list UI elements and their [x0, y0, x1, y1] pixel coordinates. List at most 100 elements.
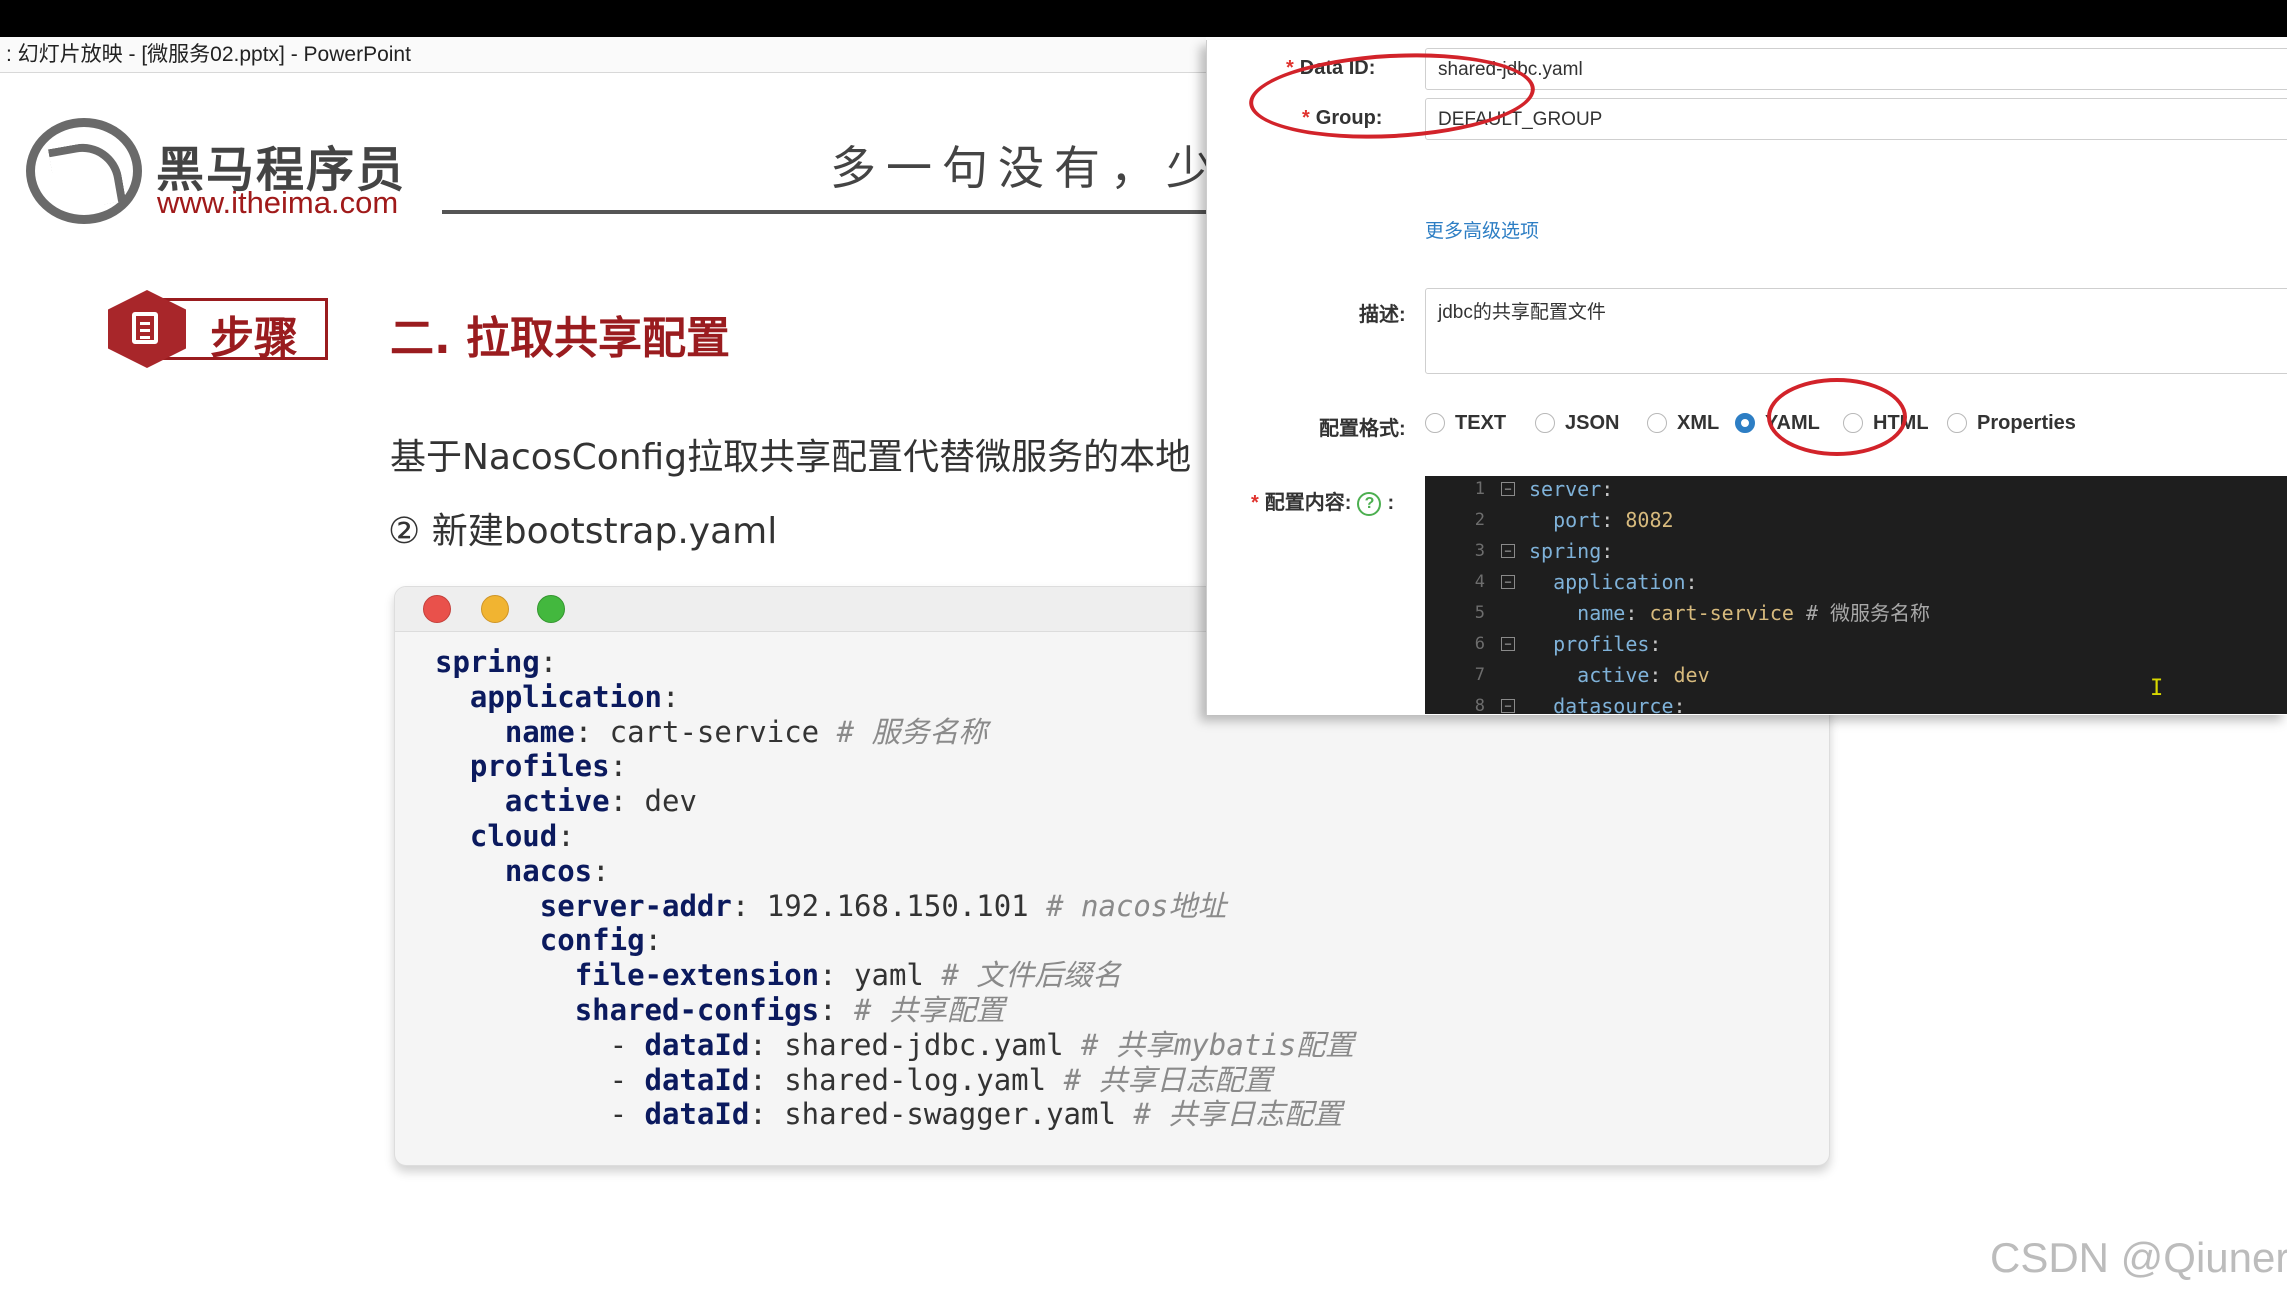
- format-radio-json[interactable]: JSON: [1535, 408, 1619, 438]
- format-radio-properties[interactable]: Properties: [1947, 408, 2076, 438]
- editor-line-number: 4: [1474, 572, 1485, 592]
- code-key: active: [504, 784, 610, 819]
- editor-line-number: 5: [1474, 603, 1485, 623]
- format-radio-xml[interactable]: XML: [1647, 408, 1719, 438]
- fold-toggle-icon[interactable]: −: [1501, 482, 1515, 496]
- code-key: config: [539, 923, 645, 958]
- code-sep: :: [749, 1097, 785, 1132]
- code-sep: :: [609, 749, 628, 784]
- editor-line: 7 active: dev: [1425, 660, 2287, 691]
- csdn-watermark: CSDN @Qiuner: [1990, 1234, 2287, 1281]
- code-key: cloud: [469, 818, 558, 853]
- close-dot-icon: [423, 595, 451, 623]
- code-line: active: dev: [435, 784, 1354, 819]
- code-value: shared-log.yaml: [784, 1062, 1047, 1097]
- window-title: : 幻灯片放映 - [微服务02.pptx] - PowerPoint: [6, 43, 411, 66]
- code-line: - dataId: shared-jdbc.yaml # 共享mybatis配置: [435, 1027, 1355, 1063]
- editor-line-text: active: dev: [1577, 663, 1710, 687]
- code-sep: :: [731, 888, 767, 923]
- code-sep: :: [661, 679, 680, 714]
- code-comment: # 共享日志配置: [1046, 1062, 1273, 1097]
- code-key: name: [504, 714, 575, 749]
- editor-line-text: name: cart-service # 微服务名称: [1577, 601, 1931, 625]
- code-value: cart-service: [609, 714, 820, 749]
- config-content-editor[interactable]: I 1− server: 2 port: 8082 3− spring: 4− appli…: [1425, 476, 2287, 714]
- code-line: nacos:: [435, 854, 1354, 889]
- maximize-dot-icon: [537, 595, 565, 623]
- code-comment: # 文件后缀名: [923, 958, 1122, 993]
- code-key: spring: [435, 645, 540, 679]
- code-comment: # nacos地址: [1028, 888, 1227, 923]
- code-sep: :: [592, 853, 610, 888]
- code-value: dev: [644, 784, 697, 819]
- editor-line-text: spring:: [1529, 539, 1614, 563]
- code-key: shared-configs: [574, 992, 820, 1027]
- slide-sub-item: ② 新建bootstrap.yaml: [388, 511, 778, 552]
- group-input[interactable]: DEFAULT_GROUP: [1425, 98, 2287, 140]
- code-sep: :: [644, 923, 662, 958]
- code-line: name: cart-service # 服务名称: [435, 715, 1354, 750]
- fold-toggle-icon[interactable]: −: [1501, 699, 1515, 713]
- code-comment: # 共享配置: [836, 992, 1005, 1027]
- code-line: - dataId: shared-swagger.yaml # 共享日志配置: [435, 1097, 1354, 1132]
- code-line: file-extension: yaml # 文件后缀名: [435, 958, 1354, 993]
- code-comment: # 共享mybatis配置: [1063, 1027, 1355, 1062]
- format-radio-text[interactable]: TEXT: [1425, 408, 1506, 438]
- editor-line-text: datasource:: [1553, 694, 1686, 714]
- editor-line-number: 6: [1474, 634, 1485, 654]
- fold-toggle-icon[interactable]: −: [1501, 637, 1515, 651]
- editor-line-number: 1: [1474, 479, 1485, 499]
- code-value: shared-jdbc.yaml: [784, 1027, 1064, 1062]
- top-black-bar: [0, 0, 2287, 37]
- editor-line: 1 − server:: [1425, 476, 2287, 505]
- code-key: dataId: [644, 1097, 750, 1132]
- code-key: profiles: [469, 749, 610, 784]
- editor-line: 2 port: 8082: [1425, 505, 2287, 536]
- header-divider: [442, 210, 1222, 214]
- code-key: dataId: [644, 1027, 750, 1062]
- brand-url: www.itheima.com: [157, 185, 399, 220]
- code-block: spring: application: name: cart-service …: [435, 645, 1354, 1132]
- code-sep: :: [539, 645, 558, 679]
- code-value: 192.168.150.101: [766, 888, 1029, 923]
- description-textarea[interactable]: jdbc的共享配置文件: [1425, 288, 2287, 374]
- editor-line: 3 − spring:: [1425, 536, 2287, 567]
- editor-line: 4 − application:: [1425, 567, 2287, 598]
- format-label: 配置格式:: [1319, 418, 1406, 440]
- nacos-config-dialog: * Data ID: shared-jdbc.yaml * Group: DEFAU…: [1206, 40, 2287, 715]
- help-icon[interactable]: ?: [1357, 491, 1382, 516]
- advanced-options-link[interactable]: 更多高级选项: [1425, 216, 1539, 243]
- step-label: 步骤: [210, 313, 298, 364]
- code-line: profiles:: [435, 749, 1354, 784]
- code-indent: -: [435, 1097, 645, 1132]
- slide-description: 基于NacosConfig拉取共享配置代替微服务的本地: [390, 437, 1192, 478]
- editor-line-text: application:: [1553, 570, 1698, 594]
- editor-line-text: profiles:: [1553, 632, 1662, 656]
- code-sep: :: [819, 958, 855, 993]
- section-title: 二. 拉取共享配置: [390, 313, 731, 364]
- editor-line-number: 7: [1474, 665, 1485, 685]
- editor-line: 8 − datasource:: [1425, 691, 2287, 714]
- annotation-ring-yaml: [1767, 378, 1907, 456]
- editor-line-number: 2: [1474, 510, 1485, 530]
- fold-toggle-icon[interactable]: −: [1501, 544, 1515, 558]
- code-key: dataId: [644, 1062, 750, 1097]
- code-value: shared-swagger.yaml: [784, 1097, 1116, 1132]
- fold-toggle-icon[interactable]: −: [1501, 575, 1515, 589]
- data-id-input[interactable]: shared-jdbc.yaml: [1425, 48, 2287, 90]
- code-comment: # 共享日志配置: [1115, 1097, 1343, 1132]
- code-sep: :: [609, 784, 645, 819]
- editor-line: 6 − profiles:: [1425, 629, 2287, 660]
- horse-logo-icon: [26, 118, 142, 224]
- editor-line-text: server:: [1529, 477, 1614, 501]
- code-line: config:: [435, 923, 1354, 958]
- editor-line-number: 8: [1474, 696, 1485, 714]
- code-key: nacos: [504, 853, 593, 888]
- editor-line-number: 3: [1474, 541, 1485, 561]
